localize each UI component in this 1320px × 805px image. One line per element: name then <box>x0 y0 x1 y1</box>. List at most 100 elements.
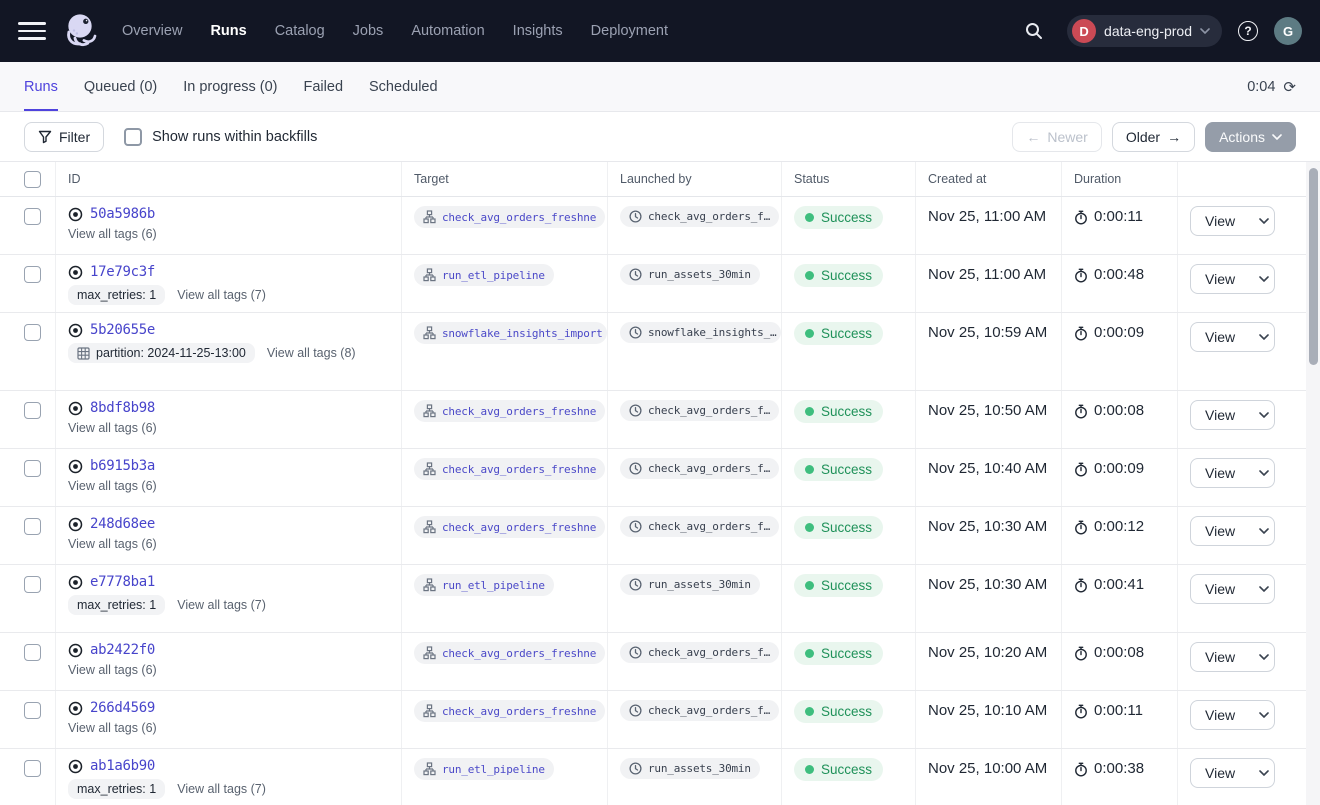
tag-pill[interactable]: partition: 2024-11-25-13:00 <box>68 343 255 363</box>
tag-pill[interactable]: max_retries: 1 <box>68 779 165 799</box>
view-all-tags-link[interactable]: View all tags (6) <box>68 421 157 435</box>
view-button[interactable]: View <box>1191 401 1249 429</box>
refresh-icon[interactable]: ⟳ <box>1283 78 1296 96</box>
view-button[interactable]: View <box>1191 575 1249 603</box>
view-dropdown-button[interactable] <box>1249 759 1275 787</box>
run-id-link[interactable]: 50a5986b <box>90 206 155 222</box>
nav-item-catalog[interactable]: Catalog <box>275 23 325 39</box>
tab-runs[interactable]: Runs <box>24 62 58 111</box>
view-all-tags-link[interactable]: View all tags (6) <box>68 721 157 735</box>
view-all-tags-link[interactable]: View all tags (8) <box>267 346 356 360</box>
target-pill[interactable]: run_etl_pipeline <box>414 758 554 780</box>
nav-item-runs[interactable]: Runs <box>210 23 246 39</box>
run-id-link[interactable]: 8bdf8b98 <box>90 400 155 416</box>
launched-by-pill[interactable]: check_avg_orders_f… <box>620 700 779 721</box>
launched-by-pill[interactable]: check_avg_orders_f… <box>620 516 779 537</box>
view-dropdown-button[interactable] <box>1249 701 1275 729</box>
launched-by-pill[interactable]: run_assets_30min <box>620 264 760 285</box>
row-checkbox[interactable] <box>24 760 41 777</box>
launched-by-pill[interactable]: check_avg_orders_f… <box>620 458 779 479</box>
filter-button[interactable]: Filter <box>24 122 104 152</box>
run-id-link[interactable]: e7778ba1 <box>90 574 155 590</box>
launched-by-pill[interactable]: run_assets_30min <box>620 574 760 595</box>
launched-by-pill[interactable]: check_avg_orders_f… <box>620 400 779 421</box>
launched-by-pill[interactable]: run_assets_30min <box>620 758 760 779</box>
target-pill[interactable]: check_avg_orders_freshne <box>414 458 605 480</box>
tab-scheduled[interactable]: Scheduled <box>369 62 438 111</box>
user-avatar[interactable]: G <box>1274 17 1302 45</box>
help-icon[interactable]: ? <box>1238 21 1258 41</box>
row-checkbox[interactable] <box>24 324 41 341</box>
row-checkbox[interactable] <box>24 576 41 593</box>
tag-pill[interactable]: max_retries: 1 <box>68 595 165 615</box>
view-dropdown-button[interactable] <box>1249 323 1275 351</box>
view-button[interactable]: View <box>1191 207 1249 235</box>
view-dropdown-button[interactable] <box>1249 643 1275 671</box>
row-checkbox[interactable] <box>24 208 41 225</box>
older-button[interactable]: Older → <box>1112 122 1195 152</box>
view-button[interactable]: View <box>1191 517 1249 545</box>
launched-by-pill[interactable]: snowflake_insights_… <box>620 322 781 343</box>
scrollbar-thumb[interactable] <box>1309 168 1318 365</box>
view-dropdown-button[interactable] <box>1249 459 1275 487</box>
target-pill[interactable]: run_etl_pipeline <box>414 264 554 286</box>
view-dropdown-button[interactable] <box>1249 401 1275 429</box>
target-pill[interactable]: check_avg_orders_freshne <box>414 206 605 228</box>
run-id-link[interactable]: 248d68ee <box>90 516 155 532</box>
deployment-switcher[interactable]: D data-eng-prod <box>1067 15 1222 47</box>
target-pill[interactable]: check_avg_orders_freshne <box>414 516 605 538</box>
launched-by-pill[interactable]: check_avg_orders_f… <box>620 642 779 663</box>
view-all-tags-link[interactable]: View all tags (6) <box>68 663 157 677</box>
row-checkbox[interactable] <box>24 460 41 477</box>
select-all-checkbox[interactable] <box>24 171 41 188</box>
nav-item-automation[interactable]: Automation <box>411 23 484 39</box>
nav-item-insights[interactable]: Insights <box>513 23 563 39</box>
launched-by-pill[interactable]: check_avg_orders_f… <box>620 206 779 227</box>
tab-in-progress-0[interactable]: In progress (0) <box>183 62 277 111</box>
view-all-tags-link[interactable]: View all tags (7) <box>177 288 266 302</box>
run-id-link[interactable]: ab2422f0 <box>90 642 155 658</box>
nav-item-deployment[interactable]: Deployment <box>591 23 668 39</box>
row-checkbox[interactable] <box>24 402 41 419</box>
dagster-logo-icon[interactable] <box>60 9 100 53</box>
scrollbar-track[interactable] <box>1306 162 1320 805</box>
view-all-tags-link[interactable]: View all tags (7) <box>177 598 266 612</box>
target-pill[interactable]: snowflake_insights_import <box>414 322 607 344</box>
run-id-link[interactable]: b6915b3a <box>90 458 155 474</box>
search-icon[interactable] <box>1017 14 1051 48</box>
view-dropdown-button[interactable] <box>1249 517 1275 545</box>
row-checkbox[interactable] <box>24 702 41 719</box>
view-button[interactable]: View <box>1191 701 1249 729</box>
tab-failed[interactable]: Failed <box>304 62 344 111</box>
row-checkbox[interactable] <box>24 518 41 535</box>
target-pill[interactable]: check_avg_orders_freshne <box>414 400 605 422</box>
view-dropdown-button[interactable] <box>1249 575 1275 603</box>
newer-button[interactable]: ← Newer <box>1012 122 1101 152</box>
row-checkbox[interactable] <box>24 644 41 661</box>
view-all-tags-link[interactable]: View all tags (6) <box>68 479 157 493</box>
view-dropdown-button[interactable] <box>1249 265 1275 293</box>
view-button[interactable]: View <box>1191 459 1249 487</box>
run-id-link[interactable]: 266d4569 <box>90 700 155 716</box>
view-all-tags-link[interactable]: View all tags (7) <box>177 782 266 796</box>
run-id-link[interactable]: 5b20655e <box>90 322 155 338</box>
hamburger-menu-icon[interactable] <box>18 17 46 45</box>
view-dropdown-button[interactable] <box>1249 207 1275 235</box>
nav-item-jobs[interactable]: Jobs <box>353 23 384 39</box>
view-all-tags-link[interactable]: View all tags (6) <box>68 227 157 241</box>
backfills-checkbox[interactable] <box>124 128 142 146</box>
nav-item-overview[interactable]: Overview <box>122 23 182 39</box>
actions-button[interactable]: Actions <box>1205 122 1296 152</box>
view-all-tags-link[interactable]: View all tags (6) <box>68 537 157 551</box>
target-pill[interactable]: run_etl_pipeline <box>414 574 554 596</box>
view-button[interactable]: View <box>1191 323 1249 351</box>
view-button[interactable]: View <box>1191 265 1249 293</box>
run-id-link[interactable]: ab1a6b90 <box>90 758 155 774</box>
tag-pill[interactable]: max_retries: 1 <box>68 285 165 305</box>
show-backfills-toggle[interactable]: Show runs within backfills <box>124 128 317 146</box>
run-id-link[interactable]: 17e79c3f <box>90 264 155 280</box>
target-pill[interactable]: check_avg_orders_freshne <box>414 642 605 664</box>
target-pill[interactable]: check_avg_orders_freshne <box>414 700 605 722</box>
view-button[interactable]: View <box>1191 759 1249 787</box>
view-button[interactable]: View <box>1191 643 1249 671</box>
